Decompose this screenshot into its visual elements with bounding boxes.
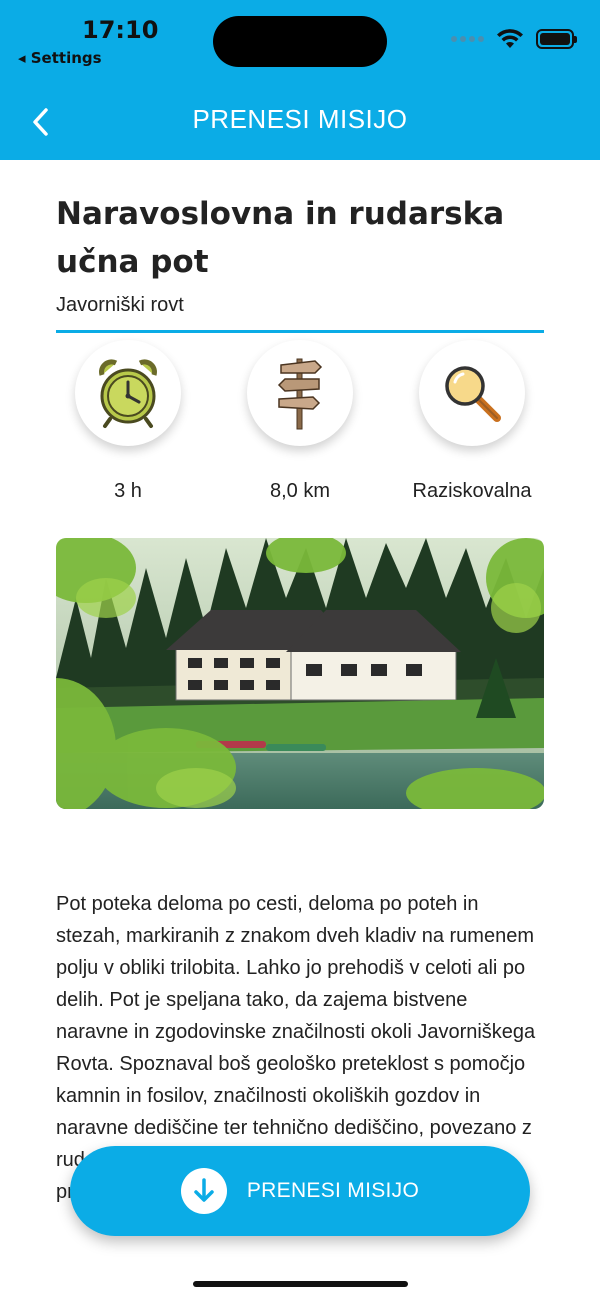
title-divider <box>56 330 544 333</box>
stat-duration-label: 3 h <box>114 480 142 502</box>
stat-type-label: Raziskovalna <box>412 480 532 502</box>
status-icons <box>451 28 577 50</box>
stat-distance: 8,0 km <box>220 340 380 503</box>
mission-title: Naravoslovna in rudarska učna pot <box>56 196 505 280</box>
app-header: 17:10 ◂ Settings PRENESI MISIJO <box>0 0 600 160</box>
header-title: PRENESI MISIJO <box>192 104 408 134</box>
wifi-icon <box>497 29 523 48</box>
stat-type: Raziskovalna <box>392 340 552 503</box>
mission-location: Javorniški rovt <box>56 294 184 316</box>
arrow-down-icon <box>194 1178 214 1202</box>
stat-duration: 3 h <box>48 340 208 503</box>
download-icon-circle <box>180 1168 227 1214</box>
stat-distance-label: 8,0 km <box>269 480 331 502</box>
alarm-clock-icon <box>99 359 157 428</box>
mission-photo <box>56 538 544 809</box>
signpost-icon <box>277 358 323 430</box>
lodge-by-pond-image <box>56 538 544 809</box>
download-mission-button[interactable]: PRENESI MISIJO <box>70 1146 530 1236</box>
battery-icon <box>536 29 577 49</box>
stat-duration-circle <box>75 340 181 446</box>
mission-stats: 3 h 8,0 km Raziskovalna <box>56 340 544 510</box>
dynamic-island <box>213 16 387 67</box>
mission-heading: Naravoslovna in rudarska učna pot Javorn… <box>56 190 544 333</box>
download-mission-label: PRENESI MISIJO <box>246 1179 420 1202</box>
home-indicator[interactable] <box>193 1281 408 1287</box>
status-back-to-app[interactable]: ◂ Settings <box>18 49 102 67</box>
status-time: 17:10 <box>82 16 159 44</box>
stat-distance-circle <box>247 340 353 446</box>
cellular-signal-icon <box>451 36 484 42</box>
magnifier-icon <box>445 366 501 422</box>
stat-type-circle <box>419 340 525 446</box>
